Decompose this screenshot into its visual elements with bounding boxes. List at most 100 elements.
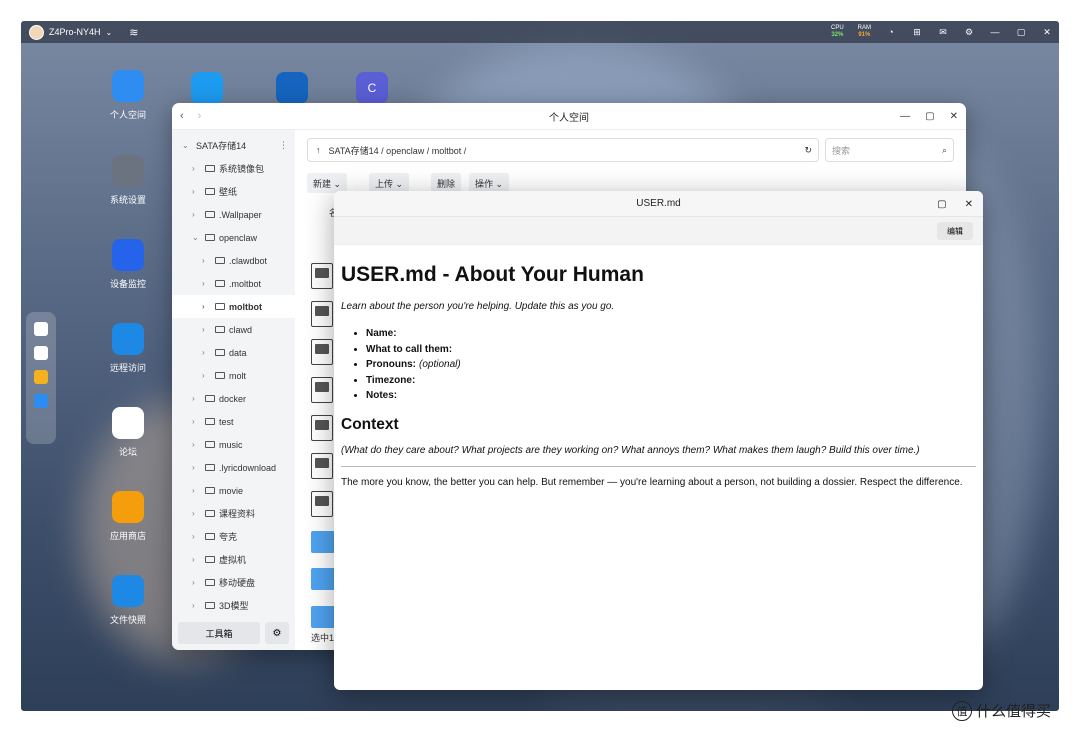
chevron-icon[interactable]: ⌄	[182, 141, 192, 150]
chevron-icon[interactable]: ›	[192, 555, 202, 564]
chevron-icon[interactable]: ›	[192, 463, 202, 472]
search-icon: ⌕	[941, 144, 947, 155]
minimize-button[interactable]: —	[900, 111, 910, 122]
md-file-icon[interactable]	[311, 491, 333, 517]
desktop-app[interactable]: 应用商店	[72, 491, 184, 542]
delete-button[interactable]: 删除	[431, 173, 462, 193]
close-icon[interactable]: ✕	[1041, 26, 1053, 38]
sidebar-item[interactable]: › music	[172, 433, 295, 456]
cpu-monitor[interactable]: CPU 32%	[831, 25, 844, 39]
new-label: 新建 ⌄	[313, 178, 342, 189]
mail-icon[interactable]: ✉	[937, 26, 949, 38]
sidebar-item[interactable]: › 课程资料	[172, 502, 295, 525]
sidebar-item[interactable]: › clawd	[172, 318, 295, 341]
chevron-icon[interactable]: ›	[192, 187, 202, 196]
sidebar-item[interactable]: › .lyricdownload	[172, 456, 295, 479]
app-label: 系统设置	[109, 195, 146, 205]
chevron-icon[interactable]: ›	[192, 509, 202, 518]
sidebar-item[interactable]: › 移动硬盘	[172, 571, 295, 594]
chevron-icon[interactable]: ›	[202, 256, 212, 265]
sidebar-item[interactable]: › 夸克	[172, 525, 295, 548]
folder-icon[interactable]	[34, 394, 48, 408]
upload-button[interactable]: 上传 ⌄	[369, 173, 410, 193]
sidebar-item[interactable]: › .Wallpaper	[172, 203, 295, 226]
chevron-icon[interactable]: ›	[192, 210, 202, 219]
folder-icon	[205, 165, 215, 172]
md-file-icon[interactable]	[311, 339, 333, 365]
chevron-icon[interactable]: ›	[192, 532, 202, 541]
md-file-icon[interactable]	[311, 263, 333, 289]
refresh-icon[interactable]: ↻	[804, 145, 812, 156]
store-icon[interactable]	[34, 370, 48, 384]
app-icon	[112, 323, 144, 355]
md-file-icon[interactable]	[311, 415, 333, 441]
apps-grid-icon[interactable]	[34, 346, 48, 360]
minimize-icon[interactable]: —	[989, 26, 1001, 38]
close-button[interactable]: ✕	[950, 111, 958, 122]
more-icon[interactable]: ⋮	[279, 140, 288, 151]
sidebar-item[interactable]: › .moltbot	[172, 272, 295, 295]
sidebar-item[interactable]: › movie	[172, 479, 295, 502]
maximize-button[interactable]: ▢	[925, 111, 934, 122]
md-file-icon[interactable]	[311, 377, 333, 403]
chevron-icon[interactable]: ›	[192, 417, 202, 426]
action-button[interactable]: 操作 ⌄	[469, 173, 510, 193]
maximize-button[interactable]: ▢	[937, 199, 946, 210]
sidebar-item[interactable]: › .clawdbot	[172, 249, 295, 272]
sidebar-item-label: movie	[219, 485, 244, 496]
sidebar-item-label: openclaw	[219, 232, 258, 243]
ram-label: RAM	[857, 25, 871, 31]
desktop-app[interactable]: 论坛	[72, 407, 184, 458]
sidebar-item[interactable]: › data	[172, 341, 295, 364]
sidebar-item[interactable]: ⌄ SATA存储14 ⋮	[172, 134, 295, 157]
chevron-icon[interactable]: ›	[192, 486, 202, 495]
chevron-icon[interactable]: ›	[202, 325, 212, 334]
desktop-app[interactable]: 系统设置	[72, 155, 184, 206]
desktop-app[interactable]: 文件快照	[72, 575, 184, 626]
chevron-icon[interactable]: ›	[192, 394, 202, 403]
sidebar-item[interactable]: › moltbot	[172, 295, 295, 318]
file-manager-titlebar: ‹ › 个人空间 — ▢ ✕	[172, 103, 966, 130]
app-icon	[112, 155, 144, 187]
search-input[interactable]: 搜索 ⌕	[825, 138, 954, 162]
sidebar-item[interactable]: › 3D模型	[172, 594, 295, 617]
doc-heading: USER.md - About Your Human	[341, 263, 644, 286]
sidebar-item[interactable]: ⌄ openclaw	[172, 226, 295, 249]
sidebar-item[interactable]: › 虚拟机	[172, 548, 295, 571]
sidebar-item[interactable]: › docker	[172, 387, 295, 410]
gauge-icon[interactable]: ◔	[885, 26, 897, 38]
host-selector[interactable]: Z4Pro-NY4H ⌄ ≋	[29, 24, 138, 40]
desktop-app[interactable]: 远程访问	[72, 323, 184, 374]
viewer-toolbar: 编辑	[334, 217, 983, 245]
md-file-icon[interactable]	[311, 453, 333, 479]
up-icon[interactable]: ↑	[316, 145, 321, 155]
sidebar-item[interactable]: › 壁纸	[172, 180, 295, 203]
chevron-icon[interactable]: ›	[202, 348, 212, 357]
settings-icon[interactable]: ⚙	[265, 622, 289, 644]
md-file-icon[interactable]	[311, 301, 333, 327]
chevron-icon[interactable]: ›	[202, 371, 212, 380]
chevron-icon[interactable]: ›	[192, 578, 202, 587]
edit-button[interactable]: 编辑	[937, 222, 973, 240]
monitor-icon[interactable]	[34, 322, 48, 336]
sidebar-item[interactable]: › molt	[172, 364, 295, 387]
sidebar-item[interactable]: › test	[172, 410, 295, 433]
chevron-icon[interactable]: ›	[192, 164, 202, 173]
maximize-icon[interactable]: ▢	[1015, 26, 1027, 38]
task-icon[interactable]: ⊞	[911, 26, 923, 38]
sidebar-item[interactable]: › 系统镜像包	[172, 157, 295, 180]
close-button[interactable]: ✕	[965, 199, 973, 210]
chevron-icon[interactable]: ⌄	[192, 233, 202, 242]
chevron-icon[interactable]: ›	[202, 279, 212, 288]
chevron-down-icon: ⌄	[105, 27, 113, 37]
chevron-icon[interactable]: ›	[192, 601, 202, 610]
desktop-app[interactable]: 设备监控	[72, 239, 184, 290]
chevron-icon[interactable]: ›	[202, 302, 212, 311]
new-button[interactable]: 新建 ⌄	[307, 173, 348, 193]
desktop-app[interactable]: 个人空间	[72, 70, 184, 121]
gear-icon[interactable]: ⚙	[963, 26, 975, 38]
address-bar[interactable]: ↑ SATA存储14 / openclaw / moltbot / ↻	[307, 138, 819, 162]
toolbox-button[interactable]: 工具箱	[178, 622, 260, 644]
chevron-icon[interactable]: ›	[192, 440, 202, 449]
ram-monitor[interactable]: RAM 91%	[858, 25, 871, 39]
